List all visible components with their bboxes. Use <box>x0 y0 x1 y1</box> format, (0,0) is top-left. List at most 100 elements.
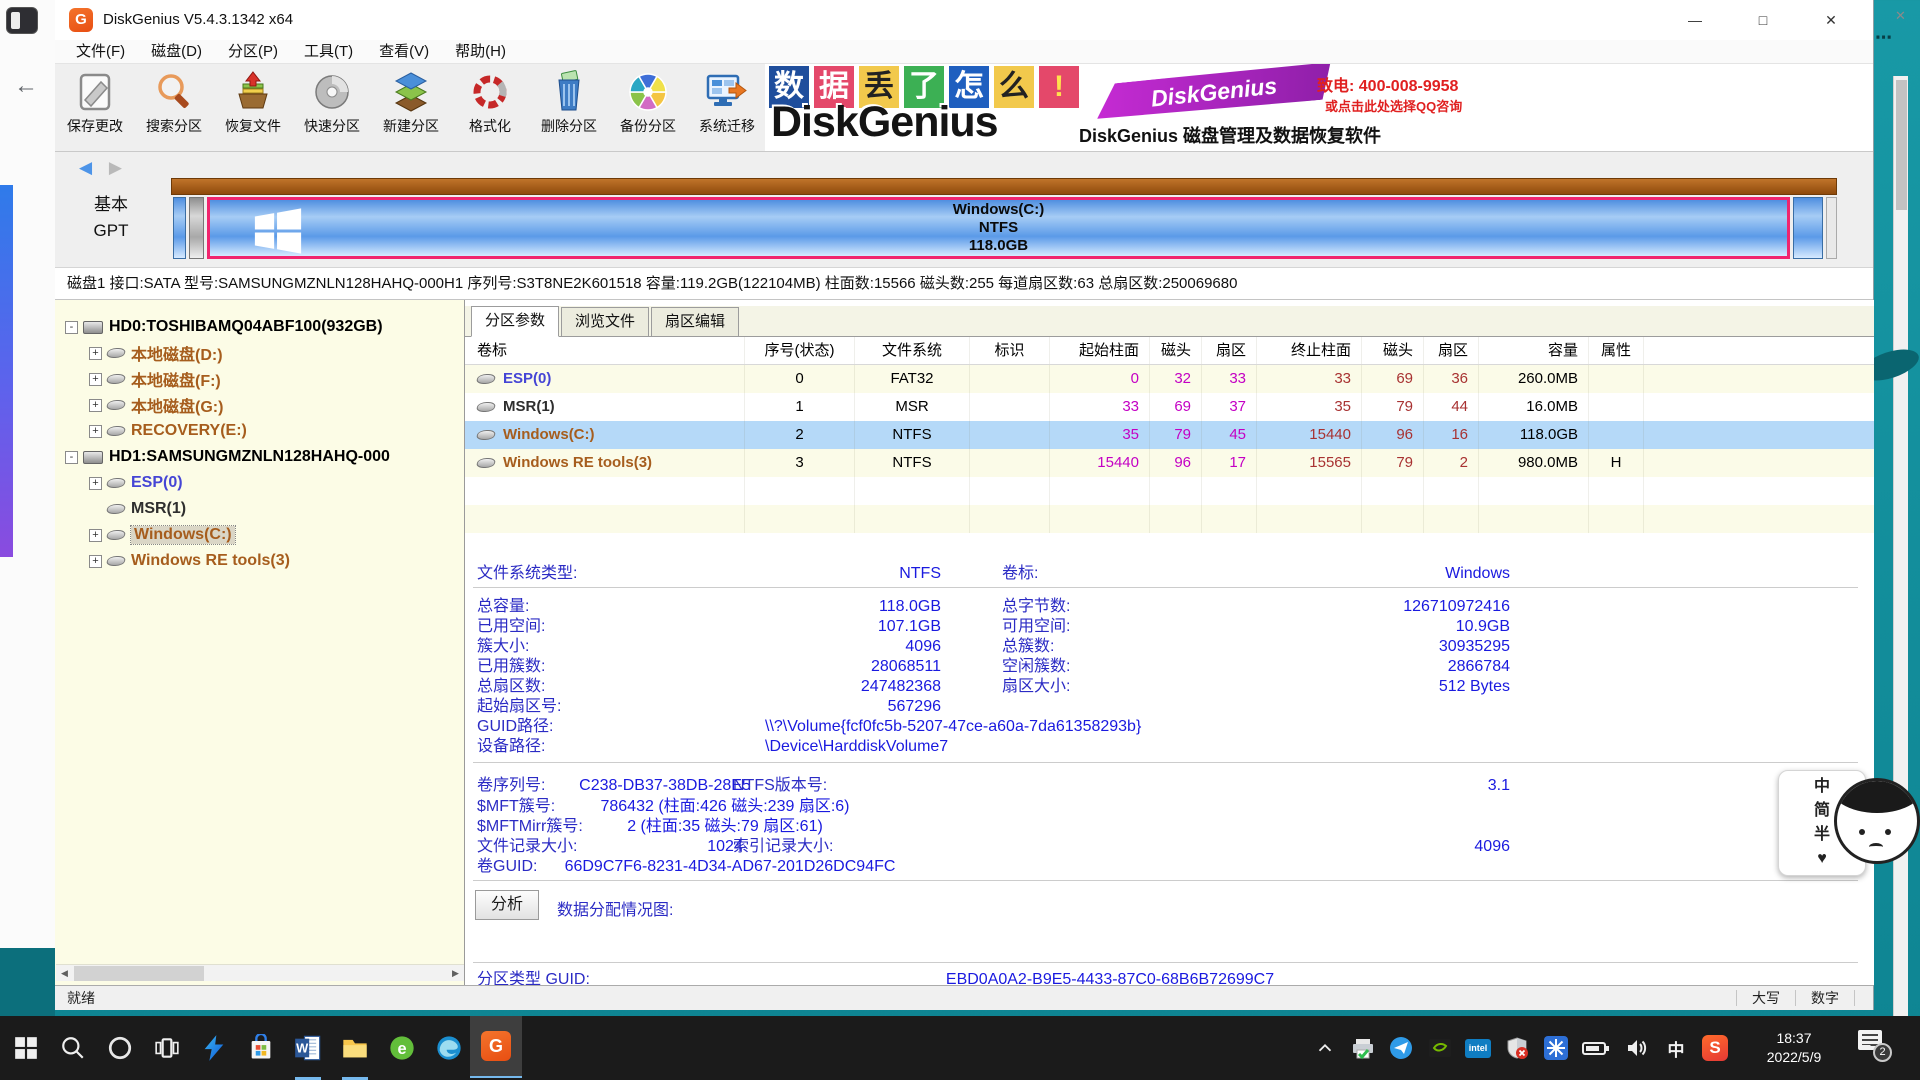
new-partition-button[interactable]: 新建分区 <box>371 67 451 149</box>
format-button[interactable]: 格式化 <box>450 67 530 149</box>
menu-file[interactable]: 文件(F) <box>63 40 138 63</box>
back-arrow-icon[interactable]: ← <box>14 72 38 100</box>
tree-item-re-tools[interactable]: +Windows RE tools(3) <box>55 548 464 574</box>
table-row-windows-c-selected[interactable]: Windows(C:)2NTFS357945154409616118.0GB <box>465 421 1874 449</box>
expander-icon[interactable]: + <box>89 425 102 438</box>
taskbar-search-icon[interactable] <box>49 1024 97 1072</box>
tree-horizontal-scrollbar[interactable]: ◀ ▶ <box>56 964 464 981</box>
tree-item-f[interactable]: +本地磁盘(F:) <box>55 366 464 392</box>
partition-icon <box>475 458 496 468</box>
tree-item-windows-c[interactable]: +Windows(C:) <box>55 522 464 548</box>
scroll-left-icon[interactable]: ◀ <box>56 965 73 982</box>
quick-partition-button[interactable]: 快速分区 <box>292 67 372 149</box>
taskbar-clock[interactable]: 18:37 2022/5/9 <box>1735 1024 1853 1072</box>
tray-printer-icon[interactable] <box>1346 1024 1380 1072</box>
tray-battery-icon[interactable] <box>1579 1024 1613 1072</box>
tree-item-esp[interactable]: +ESP(0) <box>55 470 464 496</box>
maximize-button[interactable]: □ <box>1729 0 1797 40</box>
tree-item-msr[interactable]: MSR(1) <box>55 496 464 522</box>
close-button[interactable]: ✕ <box>1797 0 1865 40</box>
expander-icon[interactable]: + <box>89 373 102 386</box>
tray-intel-icon[interactable]: intel <box>1461 1024 1495 1072</box>
scroll-right-icon[interactable]: ▶ <box>447 965 464 982</box>
tree-item-hd0[interactable]: -HD0:TOSHIBAMQ04ABF100(932GB) <box>55 314 464 340</box>
browser-tab-icon[interactable] <box>6 7 38 34</box>
task-view-icon[interactable] <box>143 1024 191 1072</box>
analyze-button[interactable]: 分析 <box>475 890 539 920</box>
tray-sogou-icon[interactable]: S <box>1698 1024 1732 1072</box>
nav-forward-arrow[interactable]: ▶ <box>109 158 122 177</box>
ime-char[interactable]: 简 <box>1814 800 1830 822</box>
expander-icon[interactable]: + <box>89 477 102 490</box>
recover-files-button[interactable]: 恢复文件 <box>213 67 293 149</box>
save-changes-button[interactable]: 保存更改 <box>55 67 135 149</box>
delete-partition-button[interactable]: 删除分区 <box>529 67 609 149</box>
tab-partition-params[interactable]: 分区参数 <box>471 306 559 337</box>
menu-view[interactable]: 查看(V) <box>366 40 442 63</box>
menu-tools[interactable]: 工具(T) <box>291 40 366 63</box>
tray-snowflake-icon[interactable] <box>1539 1024 1573 1072</box>
table-row-msr[interactable]: MSR(1)1MSR33693735794416.0MB <box>465 393 1874 421</box>
expander-icon[interactable]: - <box>65 451 78 464</box>
cortana-icon[interactable] <box>96 1024 144 1072</box>
tab-sector-edit[interactable]: 扇区编辑 <box>651 307 739 336</box>
menu-bar: 文件(F) 磁盘(D) 分区(P) 工具(T) 查看(V) 帮助(H) <box>55 40 1873 64</box>
expander-icon[interactable]: + <box>89 399 102 412</box>
table-header-row[interactable]: 卷标序号(状态)文件系统标识起始柱面磁头扇区终止柱面磁头扇区容量属性 <box>465 337 1874 365</box>
ime-char[interactable]: 中 <box>1814 776 1830 798</box>
windows-flag-icon <box>252 205 304 262</box>
banner-qq-link[interactable]: 或点击此处选择QQ咨询 <box>1325 96 1462 115</box>
tray-nvidia-icon[interactable] <box>1423 1024 1457 1072</box>
background-close-icon[interactable]: ✕ <box>1895 8 1906 24</box>
menu-partition[interactable]: 分区(P) <box>215 40 291 63</box>
scrollbar-thumb[interactable] <box>1896 80 1907 210</box>
table-row-esp[interactable]: ESP(0)0FAT3203233336936260.0MB <box>465 365 1874 393</box>
desktop-scrollbar[interactable] <box>1893 76 1908 1016</box>
menu-disk[interactable]: 磁盘(D) <box>138 40 215 63</box>
search-partition-button[interactable]: 搜索分区 <box>134 67 214 149</box>
tray-messenger-icon[interactable] <box>1384 1024 1418 1072</box>
detail-value: 66D9C7F6-8231-4D34-AD67-201D26DC94FC <box>530 857 930 877</box>
windows-partition-block[interactable]: Windows(C:) NTFS 118.0GB <box>207 197 1790 259</box>
msr-partition-block[interactable] <box>189 197 204 259</box>
tray-chevron-icon[interactable] <box>1308 1024 1342 1072</box>
backup-partition-button[interactable]: 备份分区 <box>608 67 688 149</box>
expander-icon[interactable]: - <box>65 321 78 334</box>
tray-ime-indicator[interactable]: 中 <box>1659 1024 1693 1072</box>
expander-icon[interactable]: + <box>89 529 102 542</box>
browser-360-icon[interactable]: e <box>378 1024 426 1072</box>
re-tools-partition-block[interactable] <box>1793 197 1823 259</box>
start-button[interactable] <box>2 1024 50 1072</box>
tree-item-g[interactable]: +本地磁盘(G:) <box>55 392 464 418</box>
tree-item-d[interactable]: +本地磁盘(D:) <box>55 340 464 366</box>
file-explorer-icon[interactable] <box>331 1024 379 1072</box>
detail-label: 设备路径: <box>477 737 545 757</box>
ime-heart-icon[interactable]: ♥ <box>1817 848 1827 870</box>
table-row-re-tools[interactable]: Windows RE tools(3)3NTFS1544096171556579… <box>465 449 1874 477</box>
system-migrate-button[interactable]: 系统迁移 <box>687 67 767 149</box>
more-options-icon[interactable]: ⋯ <box>1875 28 1892 48</box>
tree-item-recovery[interactable]: +RECOVERY(E:) <box>55 418 464 444</box>
scrollbar-thumb[interactable] <box>74 966 204 981</box>
nav-back-arrow[interactable]: ◀ <box>79 158 92 177</box>
word-app-icon[interactable]: W <box>284 1024 332 1072</box>
detail-value: NTFS <box>651 564 941 584</box>
tray-security-shield-icon[interactable] <box>1500 1024 1534 1072</box>
tab-browse-files[interactable]: 浏览文件 <box>561 307 649 336</box>
ime-mascot-face[interactable] <box>1834 778 1920 864</box>
diskgenius-taskbar-button[interactable]: G <box>470 1016 522 1078</box>
minimize-button[interactable]: — <box>1661 0 1729 40</box>
ime-char[interactable]: 半 <box>1814 824 1830 846</box>
tree-item-hd1[interactable]: -HD1:SAMSUNGMZNLN128HAHQ-000 <box>55 444 464 470</box>
ad-banner[interactable]: 数据丢了怎么! DiskGenius DiskGenius 致电: 400-00… <box>765 64 1873 151</box>
tray-volume-icon[interactable] <box>1619 1024 1653 1072</box>
disk-icon <box>83 451 103 464</box>
edge-browser-icon[interactable] <box>425 1024 473 1072</box>
expander-icon[interactable]: + <box>89 555 102 568</box>
lark-app-icon[interactable] <box>190 1024 238 1072</box>
esp-partition-block[interactable] <box>173 197 186 259</box>
notification-center-icon[interactable]: 2 <box>1858 1030 1884 1054</box>
menu-help[interactable]: 帮助(H) <box>442 40 519 63</box>
expander-icon[interactable]: + <box>89 347 102 360</box>
store-app-icon[interactable] <box>237 1024 285 1072</box>
